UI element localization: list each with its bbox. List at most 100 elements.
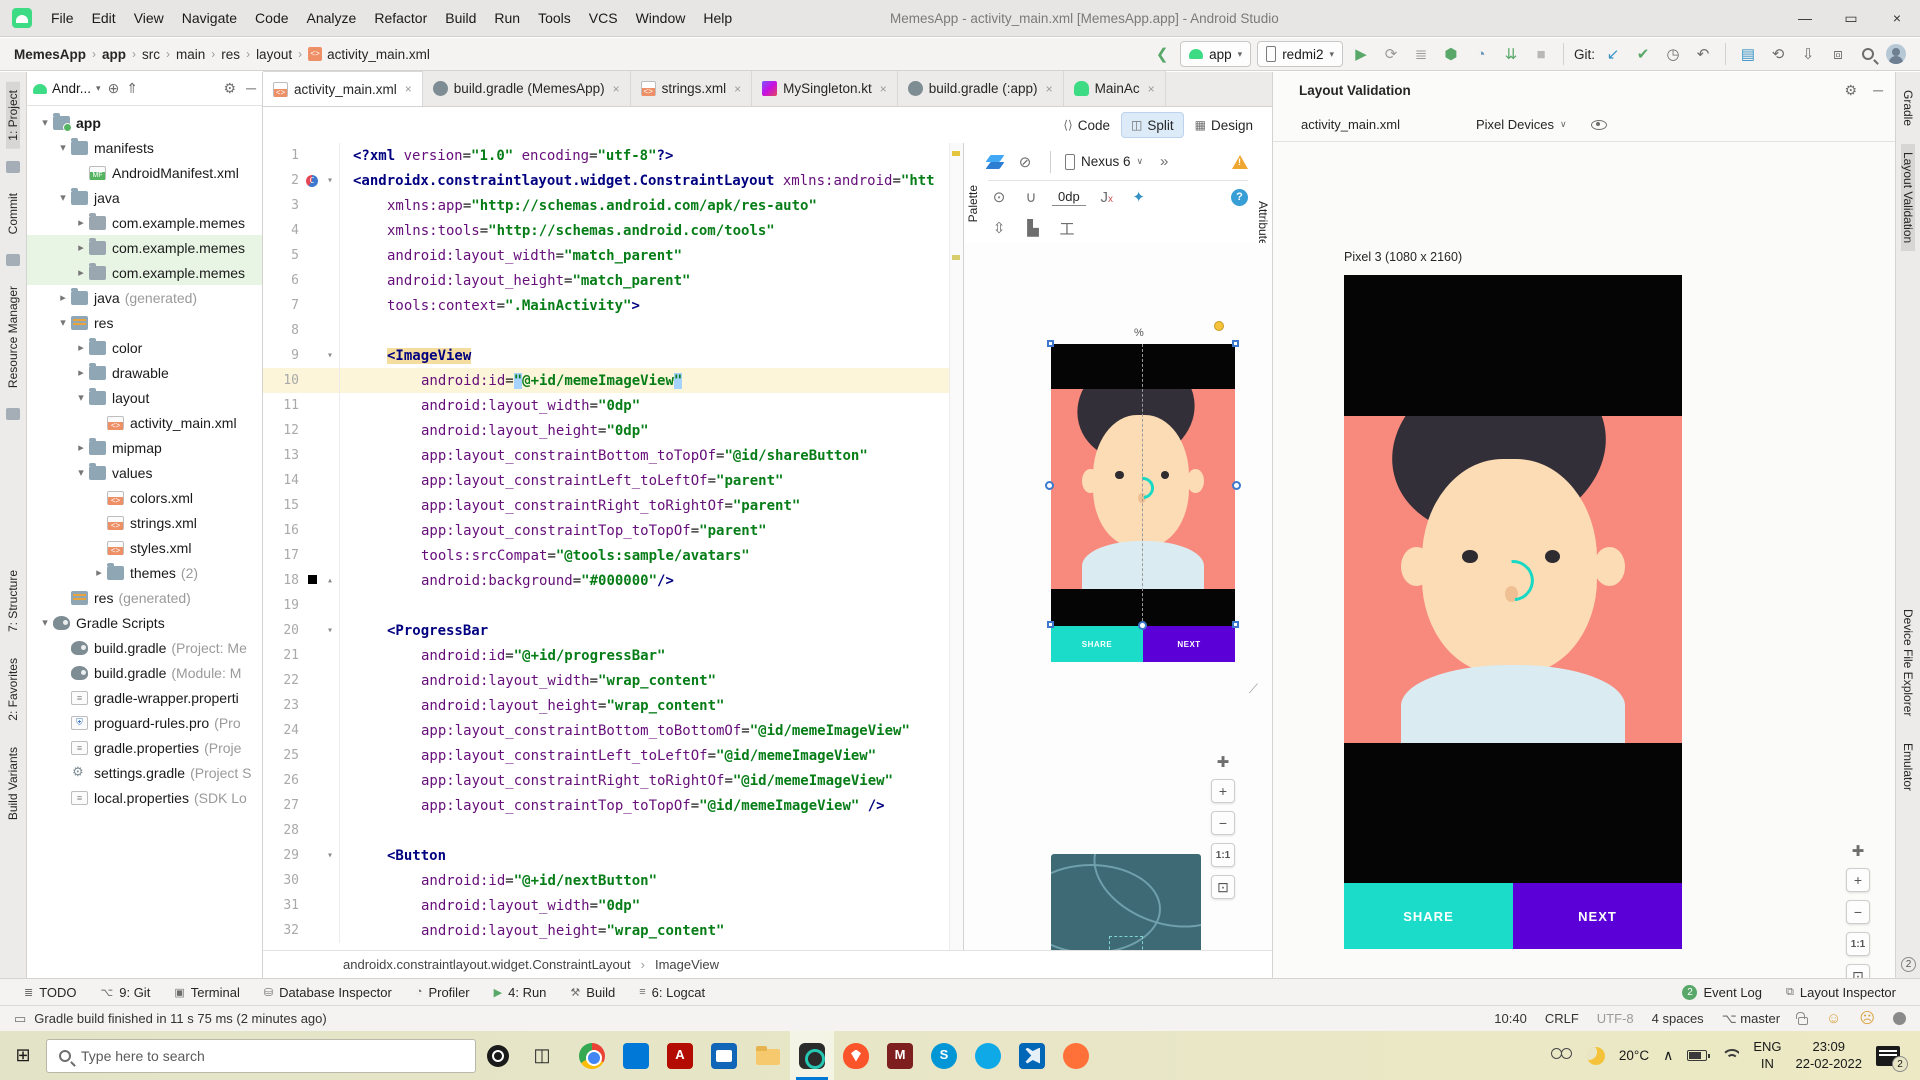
- menu-item-refactor[interactable]: Refactor: [365, 0, 436, 37]
- device-selector[interactable]: redmi2▾: [1257, 41, 1343, 67]
- close-icon[interactable]: ×: [880, 82, 887, 96]
- tree-item-values[interactable]: ▾values: [27, 460, 262, 485]
- code-line-14[interactable]: 14app:layout_constraintLeft_toLeftOf="pa…: [263, 468, 963, 493]
- tab-mainac[interactable]: MainAc×: [1064, 71, 1166, 106]
- hide-panel-icon[interactable]: ─: [1873, 82, 1883, 99]
- palette-tab[interactable]: Palette: [966, 185, 980, 222]
- tree-item-com-example-memes[interactable]: ▸com.example.memes: [27, 260, 262, 285]
- tree-item-app[interactable]: ▾app: [27, 110, 262, 135]
- toolwindow-profiler[interactable]: ◔Profiler: [404, 979, 482, 1006]
- code-editor[interactable]: 1<?xml version="1.0" encoding="utf-8"?>2…: [263, 143, 963, 950]
- resize-handle-icon[interactable]: ⟋: [1249, 681, 1258, 697]
- toolwindow-terminal[interactable]: ▣Terminal: [162, 979, 252, 1006]
- blueprint-toggle-icon[interactable]: ⊘: [1014, 153, 1036, 171]
- tree-chevron-icon[interactable]: ▾: [73, 391, 89, 404]
- code-line-9[interactable]: 9▾<ImageView: [263, 343, 963, 368]
- tree-chevron-icon[interactable]: ▸: [73, 241, 89, 254]
- tree-item-java[interactable]: ▸java(generated): [27, 285, 262, 310]
- happy-face-icon[interactable]: ☺: [1826, 1011, 1841, 1026]
- selection-handle[interactable]: [1047, 340, 1054, 347]
- tree-chevron-icon[interactable]: ▸: [73, 441, 89, 454]
- android-studio-icon[interactable]: [790, 1031, 834, 1080]
- blue-circle-app-icon[interactable]: [966, 1031, 1010, 1080]
- toolwindow-6-logcat[interactable]: ≡6: Logcat: [627, 979, 717, 1006]
- tool-stripe-2-favorites[interactable]: 2: Favorites: [6, 650, 20, 729]
- language-indicator[interactable]: ENGIN: [1753, 1039, 1781, 1072]
- store-app-icon[interactable]: [614, 1031, 658, 1080]
- code-line-2[interactable]: 2C▾<androidx.constraintlayout.widget.Con…: [263, 168, 963, 193]
- tool-stripe-commit[interactable]: Commit: [6, 185, 20, 242]
- wifi-icon[interactable]: [1721, 1049, 1739, 1062]
- align-icon[interactable]: ▙: [1022, 219, 1044, 237]
- gear-icon[interactable]: ⚙: [1845, 82, 1858, 99]
- selection-handle[interactable]: [1232, 340, 1239, 347]
- stop-icon[interactable]: ■: [1529, 42, 1553, 66]
- design-canvas[interactable]: % SHARE NEXT: [964, 243, 1272, 950]
- tool-stripe-7-structure[interactable]: 7: Structure: [6, 562, 20, 640]
- avd-manager-icon[interactable]: ⧈: [1826, 42, 1850, 66]
- zoom-fit-button[interactable]: ⊡: [1211, 875, 1235, 899]
- git-branch[interactable]: ⌥ master: [1722, 1011, 1780, 1027]
- taskbar-search[interactable]: Type here to search: [46, 1039, 476, 1073]
- code-line-5[interactable]: 5android:layout_width="match_parent": [263, 243, 963, 268]
- code-line-30[interactable]: 30android:id="@+id/nextButton": [263, 868, 963, 893]
- layers-icon[interactable]: [988, 154, 1004, 170]
- tree-chevron-icon[interactable]: ▸: [91, 566, 107, 579]
- people-icon[interactable]: [1551, 1048, 1573, 1064]
- rollback-icon[interactable]: ↶: [1691, 42, 1715, 66]
- profiler-icon[interactable]: ◔: [1469, 42, 1493, 66]
- minimize-button[interactable]: —: [1782, 0, 1828, 37]
- zoom-in-button[interactable]: +: [1211, 779, 1235, 803]
- run-config-selector[interactable]: app▾: [1180, 41, 1251, 67]
- tree-item-androidmanifest-xml[interactable]: AndroidManifest.xml: [27, 160, 262, 185]
- overflow-chevrons-icon[interactable]: »: [1153, 153, 1175, 170]
- maroon-app-icon[interactable]: M: [878, 1031, 922, 1080]
- status-message[interactable]: Gradle build finished in 11 s 75 ms (2 m…: [34, 1011, 326, 1026]
- close-icon[interactable]: ×: [1046, 82, 1053, 96]
- menu-item-edit[interactable]: Edit: [83, 0, 125, 37]
- zoom-1to1-button[interactable]: 1:1: [1846, 932, 1870, 956]
- code-line-16[interactable]: 16app:layout_constraintTop_toTopOf="pare…: [263, 518, 963, 543]
- history-icon[interactable]: ◷: [1661, 42, 1685, 66]
- percent-constraint-icon[interactable]: %: [1134, 327, 1144, 339]
- code-line-25[interactable]: 25app:layout_constraintLeft_toLeftOf="@i…: [263, 743, 963, 768]
- code-line-10[interactable]: 10android:id="@+id/memeImageView": [263, 368, 963, 393]
- battery-icon[interactable]: [1687, 1050, 1707, 1061]
- sync-gradle-icon[interactable]: ⟲: [1766, 42, 1790, 66]
- user-avatar[interactable]: [1886, 44, 1906, 64]
- close-icon[interactable]: ×: [734, 82, 741, 96]
- device-manager-icon[interactable]: ▤: [1736, 42, 1760, 66]
- commit-icon[interactable]: ✔: [1631, 42, 1655, 66]
- update-project-icon[interactable]: ↙: [1601, 42, 1625, 66]
- tree-item-strings-xml[interactable]: strings.xml: [27, 510, 262, 535]
- tree-item-manifests[interactable]: ▾manifests: [27, 135, 262, 160]
- tree-item-layout[interactable]: ▾layout: [27, 385, 262, 410]
- code-line-12[interactable]: 12android:layout_height="0dp": [263, 418, 963, 443]
- toolwindow-database-inspector[interactable]: ⛁Database Inspector: [252, 979, 404, 1006]
- tree-item-gradle-wrapper-properti[interactable]: gradle-wrapper.properti: [27, 685, 262, 710]
- pan-hand-icon[interactable]: ✚: [1217, 753, 1230, 771]
- code-line-20[interactable]: 20▾<ProgressBar: [263, 618, 963, 643]
- selection-handle[interactable]: [1047, 621, 1054, 628]
- brave-icon[interactable]: [834, 1031, 878, 1080]
- code-line-7[interactable]: 7tools:context=".MainActivity">: [263, 293, 963, 318]
- maximize-button[interactable]: ▭: [1828, 0, 1874, 37]
- run-button[interactable]: ▶: [1349, 42, 1373, 66]
- tree-chevron-icon[interactable]: ▾: [73, 466, 89, 479]
- hide-panel-icon[interactable]: ─: [246, 80, 256, 97]
- start-button[interactable]: ⊞: [0, 1031, 46, 1080]
- constraint-anchor[interactable]: [1138, 621, 1147, 630]
- menu-item-help[interactable]: Help: [694, 0, 741, 37]
- close-icon[interactable]: ×: [405, 82, 412, 96]
- tree-item-com-example-memes[interactable]: ▸com.example.memes: [27, 235, 262, 260]
- menu-item-vcs[interactable]: VCS: [580, 0, 627, 37]
- locate-file-icon[interactable]: ⊕: [108, 80, 120, 97]
- tree-chevron-icon[interactable]: ▸: [73, 366, 89, 379]
- breadcrumb-root[interactable]: androidx.constraintlayout.widget.Constra…: [343, 957, 631, 972]
- tree-item-com-example-memes[interactable]: ▸com.example.memes: [27, 210, 262, 235]
- tree-chevron-icon[interactable]: ▾: [55, 191, 71, 204]
- file-explorer-icon[interactable]: [746, 1031, 790, 1080]
- tree-item-proguard-rules-pro[interactable]: proguard-rules.pro(Pro: [27, 710, 262, 735]
- code-line-24[interactable]: 24app:layout_constraintBottom_toBottomOf…: [263, 718, 963, 743]
- code-line-28[interactable]: 28: [263, 818, 963, 843]
